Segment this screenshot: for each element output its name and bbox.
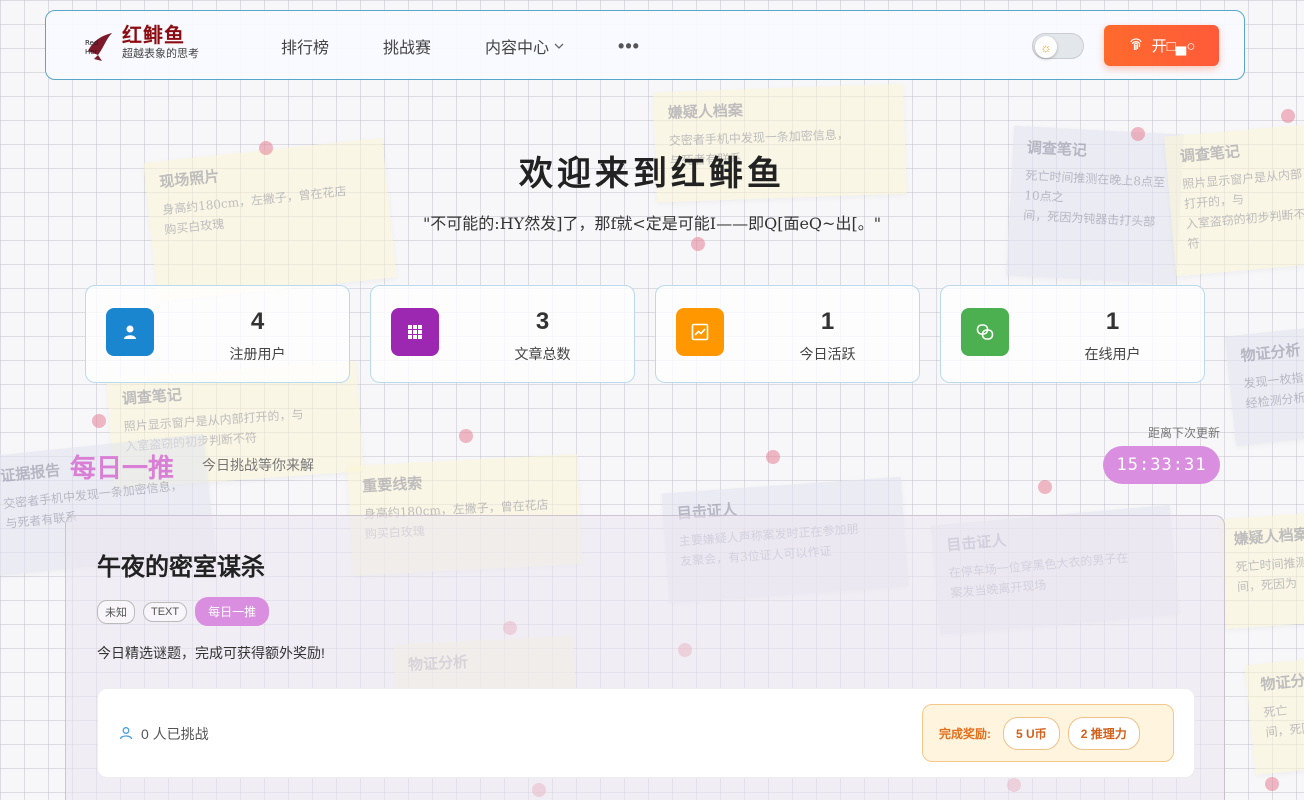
reward-label: 完成奖励: [939,726,991,741]
tag-type: TEXT [143,601,188,622]
pin-icon [1265,777,1279,791]
user-icon [106,308,154,356]
theme-toggle[interactable]: ☼ [1032,33,1084,59]
pin-icon [459,429,473,443]
stat-value: 1 [820,308,835,335]
fingerprint-icon [1128,36,1144,56]
user-outline-icon [119,726,133,743]
bg-note: 物证分析 发现一枚指纹， 经检测分析 [1224,324,1304,446]
stat-label: 文章总数 [514,346,571,362]
stats-row: 4 注册用户 3 文章总数 1 今日活跃 1 在线用户 [85,285,1225,383]
stat-card-users: 4 注册用户 [85,285,350,383]
stat-card-active-today: 1 今日活跃 [655,285,920,383]
pin-icon [691,237,705,251]
logo-subtitle: 超越表象的思考 [122,48,199,60]
top-navbar: Red Her 红鲱鱼 超越表象的思考 排行榜 挑战赛 内容中心 ••• ☼ 开… [45,10,1245,80]
bg-note: 物证分 死亡 间，死因 [1244,655,1304,775]
nav-content-center[interactable]: 内容中心 [485,34,564,58]
login-button[interactable]: 开□▄○ [1104,25,1219,66]
stat-label: 注册用户 [229,346,286,362]
chevron-down-icon [554,41,564,52]
stat-label: 在线用户 [1084,346,1141,362]
daily-puzzle-card[interactable]: 午夜的密室谋杀 未知 TEXT 每日一推 今日精选谜题，完成可获得额外奖励! 0… [65,515,1225,800]
red-herring-logo-icon: Red Her [84,25,116,61]
hero-quote: "不可能的:HY然发]了，那f就<定是可能I——即Q[面eQ~出[。" [422,214,882,233]
pin-icon [1038,480,1052,494]
countdown-label: 距离下次更新 [1147,426,1220,440]
reward-box: 完成奖励: 5 U币 2 推理力 [922,704,1174,762]
sun-icon: ☼ [1035,36,1057,58]
hero-title: 欢迎来到红鲱鱼 [519,154,785,194]
grid-icon [391,308,439,356]
stat-card-online: 1 在线用户 [940,285,1205,383]
nav-leaderboard[interactable]: 排行榜 [281,34,329,58]
puzzle-description: 今日精选谜题，完成可获得额外奖励! [97,645,325,661]
svg-text:Red: Red [85,39,98,47]
puzzle-tags: 未知 TEXT 每日一推 [97,597,277,626]
pin-icon [92,414,106,428]
puzzle-title[interactable]: 午夜的密室谋杀 [97,547,265,582]
stat-label: 今日活跃 [799,346,856,362]
link-icon [961,308,1009,356]
chart-icon [676,308,724,356]
countdown-timer: 15:33:31 [1103,446,1220,484]
reward-coins: 5 U币 [1003,716,1060,750]
pin-icon [766,450,780,464]
logo-title: 红鲱鱼 [122,25,185,47]
nav-challenges[interactable]: 挑战赛 [383,34,431,58]
tag-difficulty: 未知 [97,599,135,624]
pin-icon [1281,109,1295,123]
stat-value: 1 [1105,308,1120,335]
tag-daily-pick: 每日一推 [195,597,270,626]
bg-note: 嫌疑人档案 死亡时间推测 间，死因为 [1218,510,1304,630]
stat-value: 3 [535,308,550,335]
more-menu-button[interactable]: ••• [618,36,640,57]
stat-card-articles: 3 文章总数 [370,285,635,383]
puzzle-footer: 0 人已挑战 完成奖励: 5 U币 2 推理力 [97,688,1195,778]
reward-reasoning: 2 推理力 [1067,716,1140,750]
stat-value: 4 [250,308,265,335]
svg-text:Her: Her [85,48,98,56]
pin-icon [1131,127,1145,141]
daily-pick-subtitle: 今日挑战等你来解 [202,457,314,473]
main-nav: 排行榜 挑战赛 内容中心 ••• [281,11,694,81]
daily-pick-title: 每日一推 [70,453,175,483]
site-logo[interactable]: Red Her 红鲱鱼 超越表象的思考 [84,25,199,61]
challenger-count: 0 人已挑战 [119,724,209,744]
